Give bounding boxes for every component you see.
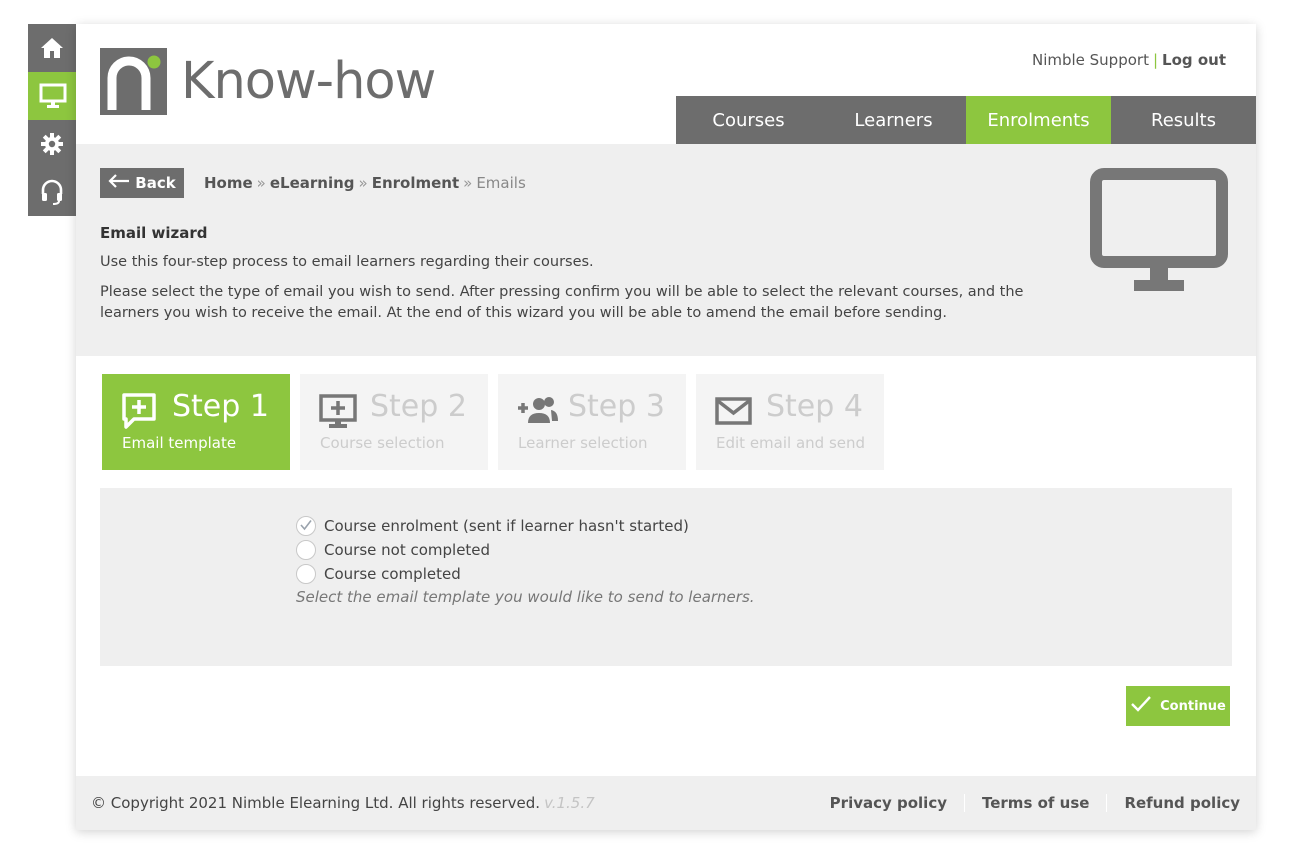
option-course-completed[interactable]: Course completed — [296, 562, 755, 586]
step-subtitle: Email template — [122, 434, 237, 452]
radio-unchecked[interactable] — [296, 540, 316, 560]
footer-link-privacy[interactable]: Privacy policy — [813, 794, 964, 812]
copyright-text: © Copyright 2021 Nimble Elearning Ltd. A… — [91, 794, 541, 812]
user-links: Nimble Support | Log out — [1032, 51, 1226, 69]
step-1[interactable]: Step 1 Email template — [102, 374, 290, 470]
step-3[interactable]: Step 3 Learner selection — [498, 374, 686, 470]
option-course-not-completed[interactable]: Course not completed — [296, 538, 755, 562]
logo-mark-icon — [100, 48, 167, 115]
step-2[interactable]: Step 2 Course selection — [300, 374, 488, 470]
rail-item-support[interactable] — [28, 168, 76, 216]
back-button-label: Back — [135, 174, 176, 192]
logo[interactable]: Know-how — [100, 48, 436, 115]
nav-tab-enrolments[interactable]: Enrolments — [966, 96, 1111, 148]
check-icon — [299, 517, 313, 535]
intro-paragraph-1: Use this four-step process to email lear… — [100, 254, 594, 270]
monitor-icon — [39, 83, 67, 109]
back-button[interactable]: Back — [100, 168, 184, 198]
rail-item-settings[interactable] — [28, 120, 76, 168]
info-band: Back Home» eLearning» Enrolment» Emails Ema… — [76, 144, 1256, 356]
message-plus-icon — [120, 391, 160, 435]
radio-unchecked[interactable] — [296, 564, 316, 584]
arrow-left-icon — [108, 174, 135, 192]
user-links-separator: | — [1152, 51, 1159, 69]
option-label: Course completed — [324, 565, 461, 583]
nav-tab-learners[interactable]: Learners — [821, 96, 966, 144]
breadcrumb-separator: » — [358, 174, 368, 192]
breadcrumb-enrolment[interactable]: Enrolment — [372, 174, 459, 192]
template-options: Course enrolment (sent if learner hasn't… — [296, 514, 755, 606]
footer: © Copyright 2021 Nimble Elearning Ltd. A… — [76, 776, 1256, 830]
add-users-icon — [516, 391, 560, 435]
rail-item-home[interactable] — [28, 24, 76, 72]
headset-icon — [40, 179, 64, 205]
step-subtitle: Learner selection — [518, 434, 648, 452]
footer-link-refund[interactable]: Refund policy — [1106, 794, 1240, 812]
logout-link[interactable]: Log out — [1162, 51, 1226, 69]
continue-label: Continue — [1160, 698, 1226, 714]
step-subtitle: Edit email and send — [716, 434, 866, 452]
step-title: Step 3 — [568, 389, 665, 424]
breadcrumb-home[interactable]: Home — [204, 174, 253, 192]
copyright: © Copyright 2021 Nimble Elearning Ltd. A… — [91, 794, 595, 812]
option-label: Course not completed — [324, 541, 491, 559]
intro-paragraph-2: Please select the type of email you wish… — [100, 284, 1024, 321]
radio-checked[interactable] — [296, 516, 316, 536]
main-nav: Courses Learners Enrolments Results — [676, 96, 1256, 148]
home-icon — [40, 37, 64, 59]
template-panel: Course enrolment (sent if learner hasn't… — [100, 488, 1232, 666]
wizard-steps: Step 1 Email template Step 2 Course sele… — [102, 374, 894, 470]
step-title: Step 1 — [172, 389, 269, 424]
version: v.1.5.7 — [544, 794, 595, 812]
option-course-enrolment[interactable]: Course enrolment (sent if learner hasn't… — [296, 514, 755, 538]
breadcrumb-current: Emails — [476, 174, 526, 192]
rail-item-elearning[interactable] — [28, 72, 78, 120]
side-rail — [28, 24, 78, 216]
breadcrumb-separator: » — [256, 174, 266, 192]
footer-links: Privacy policy Terms of use Refund polic… — [813, 794, 1240, 812]
step-subtitle: Course selection — [320, 434, 445, 452]
check-icon — [1130, 695, 1160, 717]
user-name[interactable]: Nimble Support — [1032, 51, 1149, 69]
page-title: Email wizard — [100, 224, 208, 242]
monitor-plus-icon — [318, 391, 358, 435]
main-card: Know-how Nimble Support | Log out Courses … — [76, 24, 1256, 830]
continue-button[interactable]: Continue — [1126, 686, 1230, 726]
step-title: Step 2 — [370, 389, 467, 424]
step-4[interactable]: Step 4 Edit email and send — [696, 374, 884, 470]
footer-link-terms[interactable]: Terms of use — [964, 794, 1106, 812]
step-title: Step 4 — [766, 389, 863, 424]
envelope-icon — [714, 391, 754, 435]
monitor-icon — [1090, 168, 1230, 300]
option-label: Course enrolment (sent if learner hasn't… — [324, 517, 689, 535]
gear-icon — [40, 132, 64, 156]
breadcrumb-separator: » — [463, 174, 473, 192]
help-text: Select the email template you would like… — [296, 588, 755, 606]
header: Know-how Nimble Support | Log out Courses … — [76, 24, 1256, 148]
nav-tab-results[interactable]: Results — [1111, 96, 1256, 144]
breadcrumb: Home» eLearning» Enrolment» Emails — [204, 174, 526, 192]
nav-tab-courses[interactable]: Courses — [676, 96, 821, 144]
logo-text: Know-how — [181, 52, 436, 111]
breadcrumb-elearning[interactable]: eLearning — [270, 174, 355, 192]
